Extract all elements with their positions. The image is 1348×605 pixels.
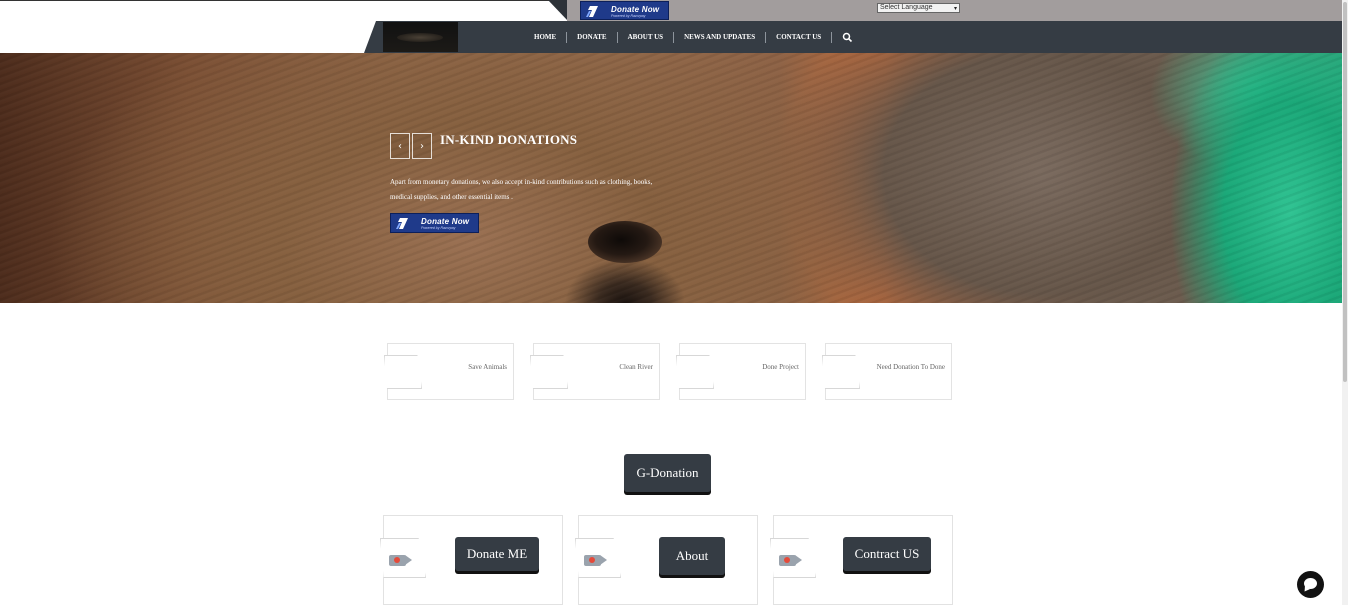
chevron-down-icon: ▾	[953, 6, 957, 12]
action-card-contract: Contract US	[770, 515, 953, 605]
video-thumbnail[interactable]	[575, 538, 621, 578]
page: Donate Now Powered by Razorpay Select La…	[0, 0, 1348, 605]
action-card-donate: Donate ME	[380, 515, 563, 605]
feature-card-save-animals[interactable]: Save Animals	[384, 343, 514, 400]
donate-me-button[interactable]: Donate ME	[455, 537, 539, 571]
top-left-area	[0, 0, 560, 21]
top-donate-now-button[interactable]: Donate Now Powered by Razorpay	[580, 1, 669, 20]
g-donation-button[interactable]: G-Donation	[624, 454, 711, 492]
hero-background-image	[0, 53, 1342, 303]
hero-slider: ‹ › IN-KIND DONATIONS Apart from monetar…	[0, 53, 1342, 303]
razorpay-logo-icon	[586, 6, 598, 17]
video-camera-icon	[584, 555, 601, 566]
camera-tip	[600, 555, 607, 565]
camera-tip	[795, 555, 802, 565]
top-wedge	[548, 0, 568, 21]
hero-title: IN-KIND DONATIONS	[440, 132, 578, 147]
nav-menu: HOME DONATE ABOUT US NEWS AND UPDATES CO…	[524, 21, 853, 53]
chevron-left-icon: ‹	[398, 140, 402, 152]
nav-divider	[831, 31, 833, 43]
video-camera-icon	[389, 555, 406, 566]
feature-label: Save Animals	[468, 363, 507, 371]
chevron-right-icon: ›	[420, 140, 424, 152]
feature-image-placeholder	[676, 355, 714, 389]
chat-widget-button[interactable]	[1297, 571, 1324, 598]
feature-label: Need Donation To Done	[876, 363, 945, 371]
video-thumbnail[interactable]	[770, 538, 816, 578]
nav-item-about-us[interactable]: ABOUT US	[618, 33, 673, 41]
camera-lens	[589, 557, 595, 563]
nav-item-donate[interactable]: DONATE	[567, 33, 616, 41]
top-donate-subtitle: Powered by Razorpay	[611, 14, 646, 18]
top-donate-title: Donate Now	[611, 5, 660, 14]
feature-label: Clean River	[619, 363, 653, 371]
feature-card-need-donation[interactable]: Need Donation To Done	[822, 343, 952, 400]
language-select-value: Select Language	[880, 4, 933, 11]
camera-tip	[405, 555, 412, 565]
razorpay-logo-icon	[396, 218, 408, 229]
hero-donate-subtitle: Powered by Razorpay	[421, 226, 456, 230]
feature-card-clean-river[interactable]: Clean River	[530, 343, 660, 400]
nav-item-contact-us[interactable]: CONTACT US	[766, 33, 831, 41]
feature-image-placeholder	[822, 355, 860, 389]
scrollbar-thumb[interactable]	[1343, 2, 1347, 382]
video-camera-icon	[779, 555, 796, 566]
navbar-left-area	[0, 21, 370, 53]
page-scrollbar[interactable]	[1342, 0, 1348, 605]
feature-card-done-project[interactable]: Done Project	[676, 343, 806, 400]
site-logo[interactable]	[383, 22, 458, 52]
slider-next-button[interactable]: ›	[412, 133, 432, 159]
nav-item-home[interactable]: HOME	[524, 33, 566, 41]
hero-image-detail	[588, 221, 662, 263]
camera-lens	[784, 557, 790, 563]
hero-description: Apart from monetary donations, we also a…	[390, 178, 653, 201]
slider-prev-button[interactable]: ‹	[390, 133, 410, 159]
camera-lens	[394, 557, 400, 563]
hero-donate-title: Donate Now	[421, 217, 470, 226]
feature-image-placeholder	[384, 355, 422, 389]
feature-image-placeholder	[530, 355, 568, 389]
feature-label: Done Project	[762, 363, 799, 371]
about-button[interactable]: About	[659, 537, 725, 575]
logo-mark	[397, 33, 443, 42]
action-card-about: About	[575, 515, 758, 605]
language-select[interactable]: Select Language ▾	[877, 3, 960, 13]
search-icon[interactable]	[842, 32, 853, 43]
contract-us-button[interactable]: Contract US	[843, 537, 931, 571]
video-thumbnail[interactable]	[380, 538, 426, 578]
hero-donate-now-button[interactable]: Donate Now Powered by Razorpay	[390, 213, 479, 233]
nav-item-news-and-updates[interactable]: NEWS AND UPDATES	[674, 33, 765, 41]
